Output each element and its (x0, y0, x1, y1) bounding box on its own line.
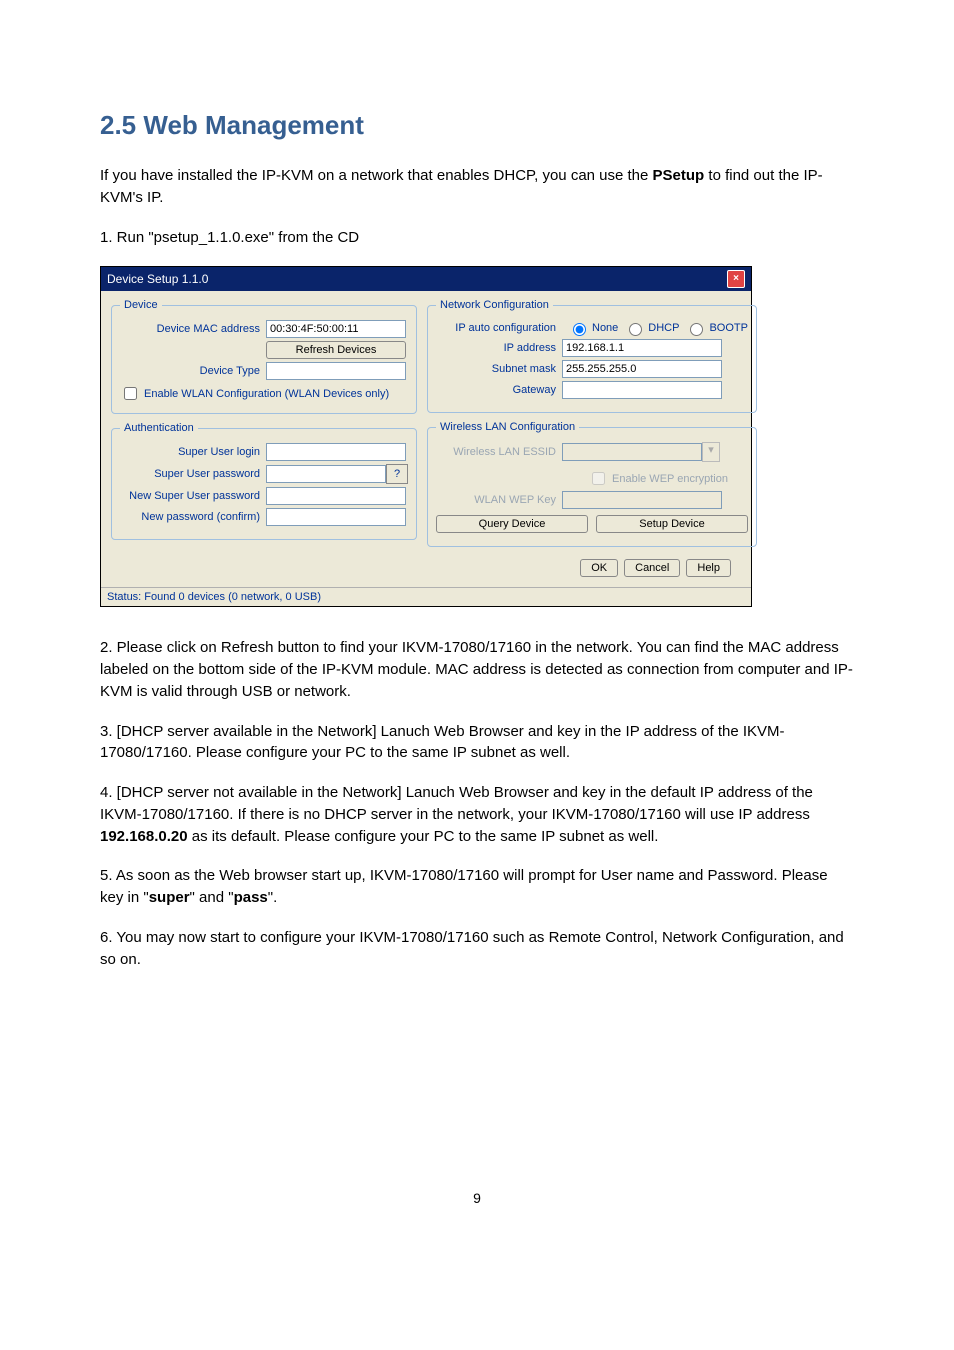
chevron-down-icon: ▾ (702, 442, 720, 462)
default-ip-bold: 192.168.0.20 (100, 828, 188, 845)
step5-end: ". (268, 889, 278, 906)
device-type-input[interactable] (266, 362, 406, 380)
enable-wlan-checkbox[interactable] (124, 387, 137, 400)
window-title: Device Setup 1.1.0 (107, 272, 208, 286)
page-number: 9 (100, 1190, 854, 1206)
refresh-devices-button[interactable]: Refresh Devices (266, 341, 406, 359)
wep-key-label: WLAN WEP Key (436, 494, 562, 506)
step4-a: 4. [DHCP server not available in the Net… (100, 784, 813, 823)
psetup-screenshot: Device Setup 1.1.0 × Device Device MAC a… (100, 266, 854, 607)
psetup-bold: PSetup (653, 167, 705, 184)
wlan-group: Wireless LAN Configuration Wireless LAN … (427, 421, 757, 547)
enable-wep-checkbox: Enable WEP encryption (588, 469, 728, 488)
password-help-button[interactable]: ? (386, 464, 408, 484)
device-legend: Device (120, 299, 162, 311)
step-5: 5. As soon as the Web browser start up, … (100, 865, 854, 909)
radio-dhcp[interactable]: DHCP (624, 320, 679, 336)
close-icon[interactable]: × (727, 270, 745, 288)
mask-input[interactable] (562, 360, 722, 378)
step-2: 2. Please click on Refresh button to fin… (100, 637, 854, 702)
ip-input[interactable] (562, 339, 722, 357)
network-group: Network Configuration IP auto configurat… (427, 299, 757, 413)
gateway-input[interactable] (562, 381, 722, 399)
essid-select (562, 443, 702, 461)
step4-b: as its default. Please configure your PC… (188, 828, 659, 845)
super-login-input[interactable] (266, 443, 406, 461)
step-3: 3. [DHCP server available in the Network… (100, 721, 854, 765)
cancel-button[interactable]: Cancel (624, 559, 680, 577)
auth-legend: Authentication (120, 422, 198, 434)
auth-group: Authentication Super User login Super Us… (111, 422, 417, 540)
status-bar: Status: Found 0 devices (0 network, 0 US… (101, 587, 751, 606)
radio-none[interactable]: None (568, 320, 618, 336)
radio-bootp[interactable]: BOOTP (685, 320, 748, 336)
wlan-legend: Wireless LAN Configuration (436, 421, 579, 433)
intro-text-a: If you have installed the IP-KVM on a ne… (100, 167, 653, 184)
device-type-label: Device Type (120, 365, 266, 377)
step-4: 4. [DHCP server not available in the Net… (100, 782, 854, 847)
super-bold: super (149, 889, 190, 906)
new-pass-input[interactable] (266, 487, 406, 505)
network-legend: Network Configuration (436, 299, 553, 311)
setup-device-button[interactable]: Setup Device (596, 515, 748, 533)
super-pass-input[interactable] (266, 465, 386, 483)
mac-label: Device MAC address (120, 323, 266, 335)
essid-label: Wireless LAN ESSID (436, 446, 562, 458)
confirm-pass-label: New password (confirm) (120, 511, 266, 523)
step-1: 1. Run "psetup_1.1.0.exe" from the CD (100, 227, 854, 249)
mac-input[interactable] (266, 320, 406, 338)
super-pass-label: Super User password (120, 468, 266, 480)
pass-bold: pass (234, 889, 268, 906)
step-6: 6. You may now start to configure your I… (100, 927, 854, 971)
enable-wlan-label: Enable WLAN Configuration (WLAN Devices … (144, 388, 389, 400)
new-pass-label: New Super User password (120, 490, 266, 502)
query-device-button[interactable]: Query Device (436, 515, 588, 533)
super-login-label: Super User login (120, 446, 266, 458)
help-button[interactable]: Help (686, 559, 731, 577)
mask-label: Subnet mask (436, 363, 562, 375)
intro-paragraph: If you have installed the IP-KVM on a ne… (100, 165, 854, 209)
ip-auto-label: IP auto configuration (436, 322, 562, 334)
wep-key-input (562, 491, 722, 509)
ip-label: IP address (436, 342, 562, 354)
confirm-pass-input[interactable] (266, 508, 406, 526)
gateway-label: Gateway (436, 384, 562, 396)
step5-mid: " and " (190, 889, 234, 906)
device-group: Device Device MAC address Refresh Device… (111, 299, 417, 414)
ok-button[interactable]: OK (580, 559, 618, 577)
section-heading: 2.5 Web Management (100, 110, 854, 141)
window-titlebar: Device Setup 1.1.0 × (101, 267, 751, 291)
